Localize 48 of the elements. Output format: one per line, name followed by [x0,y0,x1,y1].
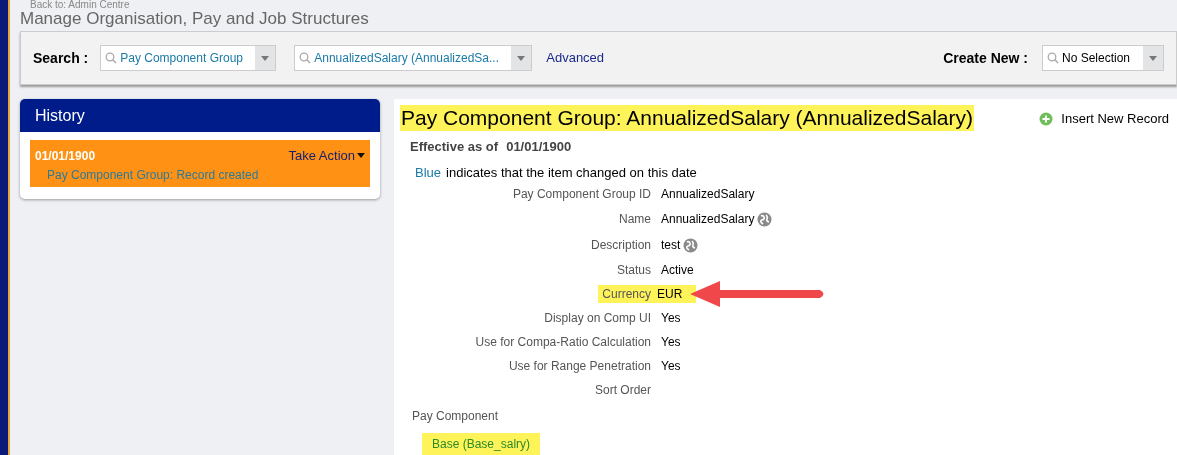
globe-icon[interactable] [757,211,773,227]
search-icon [105,52,118,65]
field-label: Status [615,262,652,279]
field-value: Yes [661,358,681,375]
history-entry[interactable]: 01/01/1900 Take Action Pay Component Group: Record created [30,140,370,187]
field-label: Use for Compa-Ratio Calculation [474,334,652,351]
search-icon [299,52,312,65]
field-value: AnnualizedSalary [661,211,755,228]
field-label: Sort Order [594,382,652,399]
effective-date: 01/01/1900 [506,138,572,156]
caret-icon [1149,55,1157,61]
field-label: Use for Range Penetration [507,358,652,375]
field-value: Yes [661,310,681,327]
field-value: EUR [657,285,697,303]
field-value: Yes [661,334,681,351]
search-icon [1047,52,1059,65]
legend-text: indicates that the item changed on this date [446,163,697,182]
combo-box[interactable]: No Selection [1042,45,1164,72]
field-label: Display on Comp UI [543,310,652,327]
pay-component-label: Pay Component [411,408,500,425]
entry-date: 01/01/1900 [35,147,96,165]
field-value: test [661,237,681,254]
caret-icon [261,55,270,61]
plus-icon [1039,111,1054,126]
combo-box[interactable]: AnnualizedSalary (AnnualizedSa... [294,45,533,72]
field-label: Description [589,237,652,254]
caret-icon [517,55,526,61]
field-label: Pay Component Group ID [511,186,652,203]
record-title: Pay Component Group: AnnualizedSalary (AnnualizedSalary) [400,105,974,131]
pay-component-link[interactable]: Base (Base_salry) [422,433,541,455]
create-new-label: Create New : [943,48,1028,68]
history-title: History [20,99,380,132]
advanced-link[interactable]: Advanced [546,48,605,68]
combo-box[interactable]: Pay Component Group [100,45,277,72]
caret-icon [357,153,365,159]
field-value: AnnualizedSalary [661,186,755,203]
back-link[interactable]: Back to: Admin Centre [18,0,1177,8]
field-label: Name [618,211,652,228]
effective-label: Effective as of [410,138,499,156]
take-action-menu[interactable]: Take Action [288,146,365,166]
insert-new-record-link[interactable]: Insert New Record [1039,109,1169,129]
field-label: Currency [598,285,657,303]
page-title: Manage Organisation, Pay and Job Structures [19,8,370,30]
entry-description: Pay Component Group: Record created [46,166,260,184]
legend-word: Blue [415,163,442,182]
field-value: Active [661,262,694,279]
globe-icon[interactable] [683,237,699,253]
search-label: Search : [33,48,89,68]
